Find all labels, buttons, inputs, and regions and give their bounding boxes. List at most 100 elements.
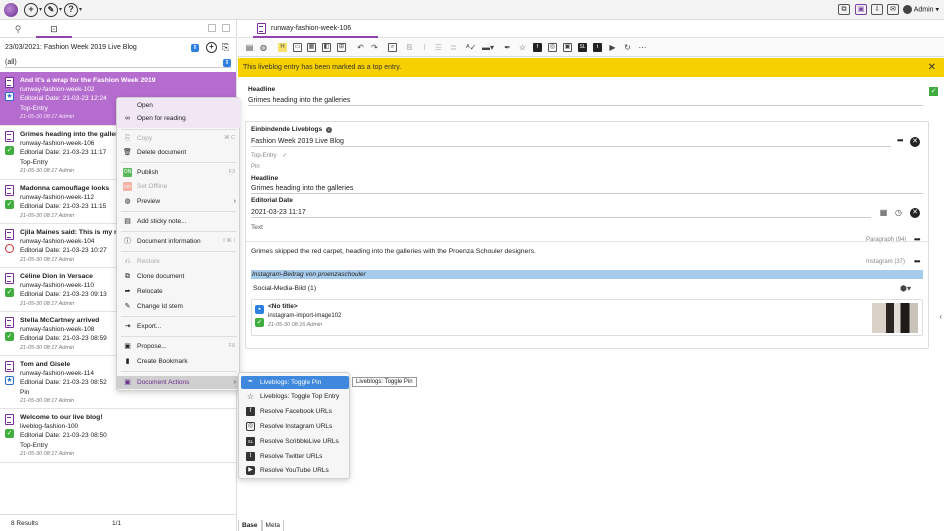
image-icon[interactable]: ▭	[293, 43, 302, 52]
filter-dropdown-icon[interactable]: ⇕	[191, 44, 199, 52]
package-icon[interactable]: ⬢▾	[900, 284, 911, 293]
clock-icon[interactable]: ◷	[894, 208, 903, 217]
paragraph-menu-icon[interactable]: •••	[914, 235, 920, 244]
info-icon[interactable]: i	[325, 127, 332, 133]
calendar-icon[interactable]: ▦	[879, 208, 888, 217]
top-entry-check-icon[interactable]: ✓	[282, 153, 287, 159]
instagram-menu-icon[interactable]: •••	[914, 257, 920, 266]
close-icon[interactable]: ✕	[928, 58, 936, 77]
maximize-pane-icon[interactable]	[222, 24, 230, 32]
twitter-icon[interactable]: t	[593, 43, 602, 52]
type-dropdown-icon[interactable]: ⇕	[223, 59, 231, 67]
menu-open[interactable]: Open	[117, 99, 241, 112]
submenu-resolve-facebook[interactable]: f Resolve Facebook URLs	[241, 405, 349, 418]
logo-icon[interactable]	[4, 3, 18, 17]
menu-preview[interactable]: ◍ Preview ›	[117, 195, 241, 208]
help-icon[interactable]: ?	[64, 3, 78, 17]
menu-propose[interactable]: ▣ Propose... F8	[117, 340, 241, 353]
media-thumbnail[interactable]	[872, 303, 918, 333]
embed-field[interactable]: Fashion Week 2019 Live Blog	[251, 136, 891, 147]
user-menu[interactable]: Admin ▾	[902, 5, 939, 14]
help-caret-icon[interactable]: ▾	[79, 6, 82, 13]
more-options-icon[interactable]: •••	[897, 136, 903, 145]
menu-delete[interactable]: 🗑 Delete document	[117, 146, 241, 159]
redo-icon[interactable]: ↷	[370, 43, 379, 52]
submenu-toggle-top-entry[interactable]: ☆ Liveblogs: Toggle Top Entry	[241, 390, 349, 403]
globe-icon[interactable]: ◍	[259, 43, 268, 52]
bold-icon[interactable]: B	[405, 43, 414, 52]
spellcheck-icon[interactable]: ᴬ✓	[466, 43, 476, 52]
media-icon[interactable]: ▣	[563, 43, 572, 52]
paragraph-text[interactable]: Grimes skipped the red carpet, heading i…	[251, 248, 536, 255]
facebook-icon[interactable]: f	[533, 43, 542, 52]
insert-icon[interactable]: ⊞	[337, 43, 346, 52]
submenu-resolve-scribblelive[interactable]: SL Resolve ScribbleLive URLs	[241, 435, 349, 448]
submenu-resolve-youtube[interactable]: ▶ Resolve YouTube URLs	[241, 464, 349, 477]
headline-field[interactable]: Grimes heading into the galleries	[248, 95, 923, 106]
menu-export[interactable]: ⇥ Export...	[117, 320, 241, 333]
add-icon[interactable]: +	[24, 3, 38, 17]
tools-icon[interactable]: ✎	[44, 3, 58, 17]
tab-meta[interactable]: Meta	[261, 520, 284, 531]
minimize-pane-icon[interactable]	[208, 24, 216, 32]
menu-open-reading[interactable]: ∞ Open for reading	[117, 112, 241, 125]
menu-set-offline[interactable]: OFF Set Offline	[117, 180, 241, 193]
instagram-icon[interactable]: ◎	[548, 43, 557, 52]
menu-relocate[interactable]: ➦ Relocate	[117, 285, 241, 298]
mail-icon[interactable]: ✉	[887, 4, 899, 15]
menu-bookmark[interactable]: ▮ Create Bookmark	[117, 355, 241, 368]
menu-clone[interactable]: ⧉ Clone document	[117, 270, 241, 283]
pin-icon[interactable]: ✒	[503, 43, 512, 52]
search-tab[interactable]: ⚲	[0, 20, 36, 38]
numbered-list-icon[interactable]: ≣	[449, 43, 458, 52]
find-icon[interactable]: ⌕	[388, 43, 397, 52]
menu-restore[interactable]: ⎌ Restore	[117, 255, 241, 268]
new-document-icon[interactable]: ⎘	[222, 42, 229, 53]
menu-copy[interactable]: ⎘ Copy ⌘ C	[117, 132, 241, 145]
bullet-list-icon[interactable]: ☰	[434, 43, 443, 52]
chevron-left-icon[interactable]: ‹	[939, 312, 942, 321]
list-tab[interactable]: ⊡	[36, 20, 72, 38]
pin-label[interactable]: Pin	[251, 164, 260, 170]
highlight-icon[interactable]: H	[278, 43, 287, 52]
undo-icon[interactable]: ↶	[356, 43, 365, 52]
save-icon[interactable]: ▤	[245, 43, 254, 52]
add-document-icon[interactable]: +	[206, 42, 217, 53]
type-select[interactable]: (all)	[5, 57, 231, 68]
italic-icon[interactable]: I	[420, 43, 429, 52]
menu-document-info[interactable]: ⓘ Document information ⇧⌘ I	[117, 235, 241, 248]
filter-select[interactable]: 23/03/2021: Fashion Week 2019 Live Blog	[5, 42, 201, 53]
tools-caret-icon[interactable]: ▾	[59, 6, 62, 13]
gallery-icon[interactable]: ▦	[307, 43, 316, 52]
scribblelive-icon[interactable]: SL	[578, 43, 587, 52]
text-label: Text	[251, 224, 263, 231]
inbox-icon[interactable]: ⇩	[871, 4, 883, 15]
submenu-resolve-twitter[interactable]: t Resolve Twitter URLs	[241, 450, 349, 463]
submenu-resolve-instagram[interactable]: ◎ Resolve Instagram URLs	[241, 420, 349, 433]
more-icon[interactable]: ⋯	[638, 43, 647, 52]
instagram-block[interactable]: Instagram-Beitrag von proenzaschouler	[251, 270, 923, 279]
refresh-icon[interactable]: ↻	[623, 43, 632, 52]
submenu-toggle-pin[interactable]: ✒ Liveblogs: Toggle Pin	[241, 376, 349, 389]
format-icon[interactable]: ▬▾	[482, 43, 494, 52]
menu-document-actions[interactable]: ▣ Document Actions ›	[117, 376, 241, 389]
editorial-date-field[interactable]: 2021-03-23 11:17	[251, 207, 871, 218]
windows-icon[interactable]: ⧉	[838, 4, 850, 15]
remove-icon[interactable]: ✕	[910, 137, 920, 147]
editor-tab[interactable]: runway-fashion-week-106	[253, 20, 378, 38]
card-headline-field[interactable]: Grimes heading into the galleries	[251, 183, 923, 194]
media-item[interactable]: ▪ ✓ <No title> instagram-import-image102…	[251, 299, 923, 336]
menu-relocate-label: Relocate	[137, 288, 163, 295]
list-item[interactable]: ✓ Welcome to our live blog! liveblog-fas…	[0, 409, 236, 463]
add-caret-icon[interactable]: ▾	[39, 6, 42, 13]
menu-publish[interactable]: ON Publish F3	[117, 166, 241, 179]
clear-date-icon[interactable]: ✕	[910, 208, 920, 218]
embed-icon[interactable]: ◧	[322, 43, 331, 52]
tab-base[interactable]: Base	[238, 520, 262, 531]
checkmark-icon[interactable]: ✓	[929, 87, 938, 96]
star-icon[interactable]: ☆	[518, 43, 527, 52]
menu-change-id[interactable]: ✎ Change Id stem	[117, 300, 241, 313]
youtube-icon[interactable]: ▶	[608, 43, 617, 52]
menu-sticky-note[interactable]: ▤ Add sticky note...	[117, 215, 241, 228]
purple-panel-icon[interactable]: ▣	[855, 4, 867, 15]
